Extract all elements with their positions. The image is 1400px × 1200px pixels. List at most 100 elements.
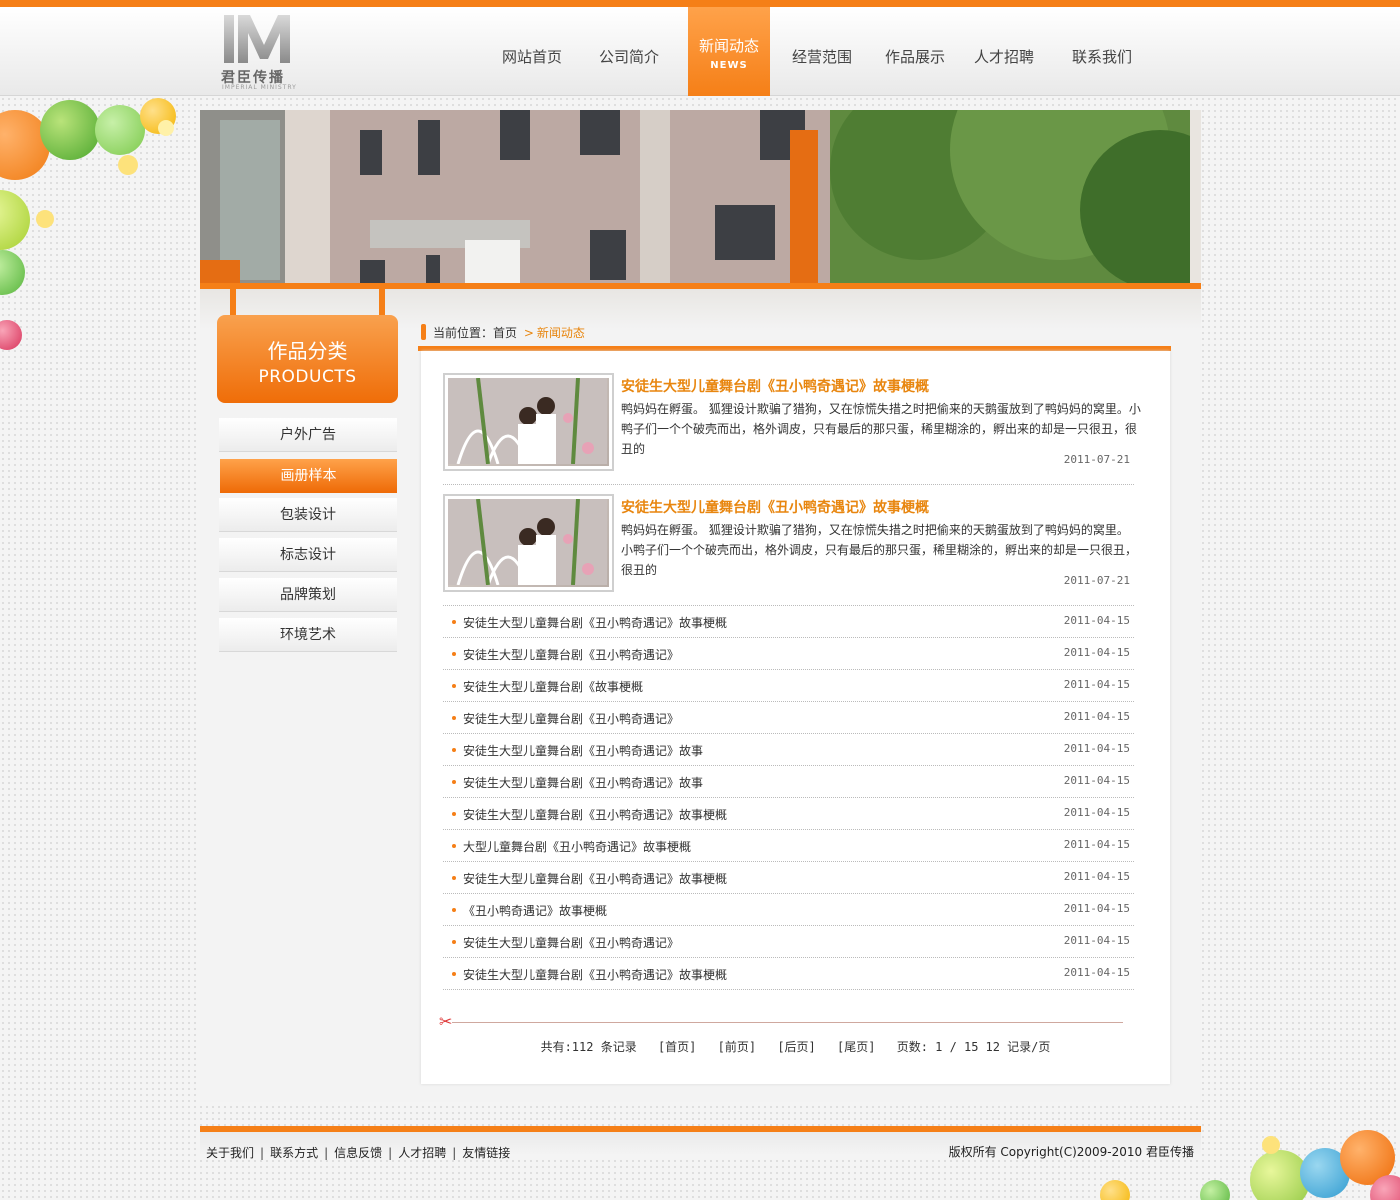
nav-contact[interactable]: 联系我们	[1057, 7, 1147, 96]
pager-total: 共有:112 条记录	[540, 1040, 637, 1054]
featured-news-title[interactable]: 安徒生大型儿童舞台剧《丑小鸭奇遇记》故事梗概	[621, 497, 929, 517]
nav-news-label: 新闻动态	[698, 37, 759, 55]
news-list-item[interactable]: 安徒生大型儿童舞台剧《丑小鸭奇遇记》故事梗概 2011-04-15	[443, 798, 1134, 830]
news-list-item[interactable]: 安徒生大型儿童舞台剧《丑小鸭奇遇记》 2011-04-15	[443, 702, 1134, 734]
banner-photo	[200, 110, 1201, 283]
news-list-date: 2011-04-15	[1063, 774, 1130, 787]
news-list-date: 2011-04-15	[1063, 614, 1130, 627]
footer-link-friends[interactable]: 友情链接	[462, 1146, 510, 1160]
nav-news[interactable]: 新闻动态 NEWS	[688, 7, 770, 96]
nav-about[interactable]: 公司简介	[584, 7, 674, 96]
news-list-title[interactable]: 安徒生大型儿童舞台剧《丑小鸭奇遇记》	[463, 934, 679, 951]
copyright-text: 版权所有 Copyright(C)2009-2010 君臣传播	[948, 1145, 1194, 1159]
news-list-title[interactable]: 安徒生大型儿童舞台剧《丑小鸭奇遇记》	[463, 646, 679, 663]
news-list-item[interactable]: 安徒生大型儿童舞台剧《故事梗概 2011-04-15	[443, 670, 1134, 702]
news-list-item[interactable]: 安徒生大型儿童舞台剧《丑小鸭奇遇记》故事梗概 2011-04-15	[443, 862, 1134, 894]
footer-link-jobs[interactable]: 人才招聘	[398, 1146, 446, 1160]
news-list-title[interactable]: 安徒生大型儿童舞台剧《丑小鸭奇遇记》故事梗概	[463, 806, 727, 823]
footer-separator: |	[260, 1146, 265, 1160]
bullet-icon	[452, 748, 456, 752]
news-list-item[interactable]: 《丑小鸭奇遇记》故事梗概 2011-04-15	[443, 894, 1134, 926]
news-list-date: 2011-04-15	[1063, 838, 1130, 851]
footer-links: 关于我们 | 联系方式 | 信息反馈 | 人才招聘 | 友情链接	[206, 1144, 510, 1161]
news-list-title[interactable]: 大型儿童舞台剧《丑小鸭奇遇记》故事梗概	[463, 838, 691, 855]
news-list-date: 2011-04-15	[1063, 646, 1130, 659]
featured-news-date: 2011-07-21	[1063, 453, 1130, 466]
pager-last-link[interactable]: [尾页]	[837, 1040, 875, 1054]
featured-news-item: 安徒生大型儿童舞台剧《丑小鸭奇遇记》故事梗概 鸭妈妈在孵蛋。 狐狸设计欺骗了猎狗…	[443, 494, 1137, 606]
featured-news-date: 2011-07-21	[1063, 574, 1130, 587]
news-thumbnail[interactable]	[443, 494, 614, 592]
site-header: 君臣传播 IMPERIAL MINISTRY 网站首页 公司简介 新闻动态 NE…	[0, 7, 1400, 96]
pager-divider	[452, 1022, 1123, 1023]
sidebar-hook-right	[379, 289, 385, 315]
footer-separator: |	[452, 1146, 457, 1160]
thumbnail-photo	[448, 378, 609, 466]
bullet-icon	[452, 972, 456, 976]
pagination: 共有:112 条记录 [首页] [前页] [后页] [尾页] 页数: 1 / 1…	[421, 1038, 1170, 1055]
breadcrumb: 当前位置：首页 > 新闻动态	[418, 320, 1171, 348]
nav-scope[interactable]: 经营范围	[777, 7, 867, 96]
news-list-title[interactable]: 安徒生大型儿童舞台剧《故事梗概	[463, 678, 643, 695]
sidebar-hook-left	[230, 289, 236, 315]
news-list-item[interactable]: 安徒生大型儿童舞台剧《丑小鸭奇遇记》 2011-04-15	[443, 638, 1134, 670]
sidebar-item-outdoor[interactable]: 户外广告	[219, 418, 397, 452]
breadcrumb-prefix: 当前位置：	[433, 326, 494, 340]
news-list-title[interactable]: 安徒生大型儿童舞台剧《丑小鸭奇遇记》	[463, 710, 679, 727]
news-list-date: 2011-04-15	[1063, 710, 1130, 723]
pager-pages: 页数: 1 / 15	[896, 1040, 979, 1054]
news-list-date: 2011-04-15	[1063, 902, 1130, 915]
bullet-icon	[452, 940, 456, 944]
news-list-item[interactable]: 安徒生大型儿童舞台剧《丑小鸭奇遇记》故事梗概 2011-04-15	[443, 606, 1134, 638]
news-list-title[interactable]: 《丑小鸭奇遇记》故事梗概	[463, 902, 607, 919]
news-list-item[interactable]: 安徒生大型儿童舞台剧《丑小鸭奇遇记》故事 2011-04-15	[443, 734, 1134, 766]
news-list-item[interactable]: 安徒生大型儿童舞台剧《丑小鸭奇遇记》故事 2011-04-15	[443, 766, 1134, 798]
featured-news-desc: 鸭妈妈在孵蛋。 狐狸设计欺骗了猎狗，又在惊慌失措之时把偷来的天鹅蛋放到了鸭妈妈的…	[621, 402, 1141, 456]
sidebar-item-branding[interactable]: 品牌策划	[219, 578, 397, 612]
bullet-icon	[452, 844, 456, 848]
breadcrumb-home[interactable]: 首页	[493, 326, 517, 340]
news-list-title[interactable]: 安徒生大型儿童舞台剧《丑小鸭奇遇记》故事梗概	[463, 966, 727, 983]
news-list-date: 2011-04-15	[1063, 870, 1130, 883]
news-list-title[interactable]: 安徒生大型儿童舞台剧《丑小鸭奇遇记》故事梗概	[463, 614, 727, 631]
news-list-title[interactable]: 安徒生大型儿童舞台剧《丑小鸭奇遇记》故事梗概	[463, 870, 727, 887]
nav-home[interactable]: 网站首页	[487, 7, 577, 96]
news-list-date: 2011-04-15	[1063, 806, 1130, 819]
pager-next-link[interactable]: [后页]	[777, 1040, 815, 1054]
sidebar-item-packaging[interactable]: 包装设计	[219, 498, 397, 532]
bullet-icon	[452, 620, 456, 624]
bullet-icon	[452, 812, 456, 816]
chevron-right-icon: >	[523, 326, 534, 340]
top-accent-bar	[0, 0, 1400, 7]
sidebar-item-environment[interactable]: 环境艺术	[219, 618, 397, 652]
sidebar-subtitle: PRODUCTS	[258, 367, 357, 387]
nav-jobs[interactable]: 人才招聘	[959, 7, 1049, 96]
pager-prev-link[interactable]: [前页]	[718, 1040, 756, 1054]
bullet-icon	[452, 684, 456, 688]
sidebar-title: 作品分类	[267, 339, 348, 363]
featured-news-item: 安徒生大型儿童舞台剧《丑小鸭奇遇记》故事梗概 鸭妈妈在孵蛋。 狐狸设计欺骗了猎狗…	[443, 373, 1141, 485]
bullet-icon	[452, 876, 456, 880]
news-list-title[interactable]: 安徒生大型儿童舞台剧《丑小鸭奇遇记》故事	[463, 742, 703, 759]
thumbnail-photo	[448, 499, 609, 587]
pager-first-link[interactable]: [首页]	[658, 1040, 696, 1054]
footer-link-about[interactable]: 关于我们	[206, 1146, 254, 1160]
news-list-item[interactable]: 大型儿童舞台剧《丑小鸭奇遇记》故事梗概 2011-04-15	[443, 830, 1134, 862]
sidebar-item-logo-design[interactable]: 标志设计	[219, 538, 397, 572]
breadcrumb-current: 新闻动态	[536, 326, 585, 340]
breadcrumb-text: 当前位置：首页 > 新闻动态	[433, 324, 585, 341]
news-list-item[interactable]: 安徒生大型儿童舞台剧《丑小鸭奇遇记》故事梗概 2011-04-15	[443, 958, 1134, 990]
footer-link-feedback[interactable]: 信息反馈	[334, 1146, 382, 1160]
news-thumbnail[interactable]	[443, 373, 614, 471]
footer-link-contact[interactable]: 联系方式	[270, 1146, 318, 1160]
footer-separator: |	[388, 1146, 393, 1160]
news-list-title[interactable]: 安徒生大型儿童舞台剧《丑小鸭奇遇记》故事	[463, 774, 703, 791]
news-list-date: 2011-04-15	[1063, 742, 1130, 755]
sidebar-item-brochure[interactable]: 画册样本	[220, 459, 397, 493]
news-list-item[interactable]: 安徒生大型儿童舞台剧《丑小鸭奇遇记》 2011-04-15	[443, 926, 1134, 958]
news-list-date: 2011-04-15	[1063, 966, 1130, 979]
featured-news-title[interactable]: 安徒生大型儿童舞台剧《丑小鸭奇遇记》故事梗概	[621, 376, 929, 396]
news-list-date: 2011-04-15	[1063, 678, 1130, 691]
nav-works[interactable]: 作品展示	[870, 7, 960, 96]
bullet-icon	[452, 780, 456, 784]
